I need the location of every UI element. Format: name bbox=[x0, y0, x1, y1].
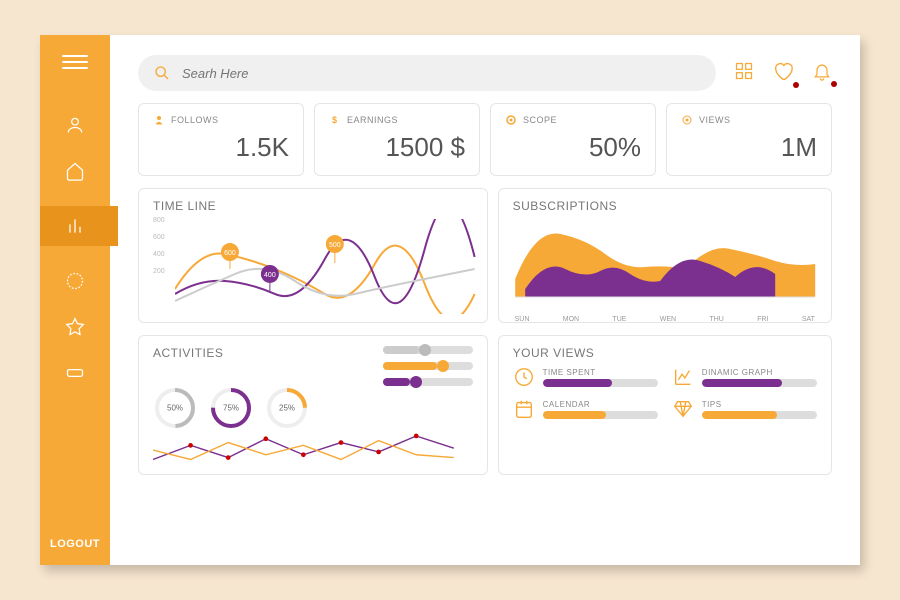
logout-button[interactable]: LOGOUT bbox=[50, 538, 100, 550]
activities-panel: ACTIVITIES 50% 75% 25% bbox=[138, 335, 488, 475]
stats-row: FOLLOWS 1.5K $EARNINGS 1500 $ SCOPE 50% … bbox=[138, 103, 832, 176]
menu-button[interactable] bbox=[62, 55, 88, 69]
sidebar-item-settings[interactable] bbox=[64, 270, 86, 292]
clock-icon bbox=[513, 366, 535, 388]
main-content: FOLLOWS 1.5K $EARNINGS 1500 $ SCOPE 50% … bbox=[110, 35, 860, 565]
search-icon bbox=[154, 65, 170, 81]
target-icon bbox=[505, 114, 517, 126]
sidebar-item-tickets[interactable] bbox=[64, 362, 86, 384]
timeline-panel: TIME LINE 800600400200 600 500 400 bbox=[138, 188, 488, 323]
sidebar-item-home[interactable] bbox=[64, 160, 86, 182]
svg-text:$: $ bbox=[332, 115, 337, 125]
heart-icon[interactable] bbox=[772, 60, 794, 87]
view-calendar: CALENDAR bbox=[513, 398, 658, 420]
diamond-icon bbox=[672, 398, 694, 420]
timeline-yaxis: 800600400200 bbox=[153, 217, 165, 275]
notification-dot bbox=[793, 82, 799, 88]
dollar-icon: $ bbox=[329, 114, 341, 126]
svg-text:400: 400 bbox=[264, 272, 276, 279]
search-box[interactable] bbox=[138, 55, 716, 91]
search-input[interactable] bbox=[182, 66, 700, 81]
radio-icon bbox=[681, 114, 693, 126]
topbar bbox=[138, 55, 832, 91]
app-window: LOGOUT FOLLOWS 1.5K $EARNINGS 1500 $ bbox=[40, 35, 860, 565]
svg-text:500: 500 bbox=[329, 242, 341, 249]
sidebar: LOGOUT bbox=[40, 35, 110, 565]
timeline-chart: 600 500 400 bbox=[175, 219, 495, 314]
view-time-spent: TIME SPENT bbox=[513, 366, 658, 388]
subscriptions-panel: SUBSCRIPTIONS SUNMONTUEWENTHUFRISAT bbox=[498, 188, 832, 323]
subscriptions-chart bbox=[513, 219, 817, 307]
notification-dot bbox=[831, 81, 837, 87]
stat-scope: SCOPE 50% bbox=[490, 103, 656, 176]
stat-earnings: $EARNINGS 1500 $ bbox=[314, 103, 480, 176]
activity-gauges: 50% 75% 25% bbox=[153, 386, 309, 430]
sidebar-item-favorites[interactable] bbox=[64, 316, 86, 338]
activity-bars bbox=[383, 346, 473, 386]
bell-icon[interactable] bbox=[812, 61, 832, 86]
subscriptions-xaxis: SUNMONTUEWENTHUFRISAT bbox=[513, 312, 817, 323]
sidebar-item-profile[interactable] bbox=[64, 114, 86, 136]
your-views-panel: YOUR VIEWS TIME SPENT DINAMIC GRAPH CALE… bbox=[498, 335, 832, 475]
grid-icon[interactable] bbox=[734, 61, 754, 86]
sidebar-item-stats[interactable] bbox=[40, 206, 110, 246]
graph-icon bbox=[672, 366, 694, 388]
view-tips: TIPS bbox=[672, 398, 817, 420]
view-dinamic-graph: DINAMIC GRAPH bbox=[672, 366, 817, 388]
stat-views: VIEWS 1M bbox=[666, 103, 832, 176]
svg-text:600: 600 bbox=[224, 250, 236, 257]
calendar-icon bbox=[513, 398, 535, 420]
user-icon bbox=[153, 114, 165, 126]
activities-chart bbox=[153, 430, 473, 472]
stat-follows: FOLLOWS 1.5K bbox=[138, 103, 304, 176]
